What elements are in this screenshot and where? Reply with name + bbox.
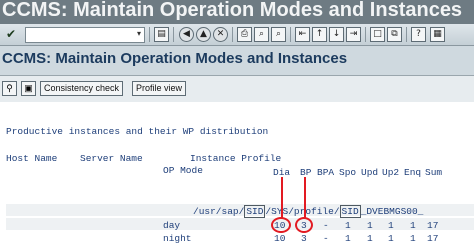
row-spo: 1 — [345, 233, 351, 244]
window-title-bar: CCMS: Maintain Operation Modes and Insta… — [0, 0, 474, 24]
header-bpa: BPA — [317, 167, 335, 178]
sid-placeholder: SID — [339, 205, 361, 218]
header-spo: Spo — [339, 167, 357, 178]
shortcut-icon[interactable]: ⧉ — [387, 27, 402, 42]
row-sum: 17 — [427, 233, 439, 244]
profile-mid: /SYS/profile/ — [265, 206, 340, 217]
profile-suffix: _DVEBMGS00_ — [360, 206, 424, 217]
page-title: CCMS: Maintain Operation Modes and Insta… — [2, 50, 348, 67]
header-up2: Up2 — [382, 167, 400, 178]
next-page-icon[interactable]: ↓ — [329, 27, 344, 42]
annotation-line-bp — [304, 177, 306, 219]
application-toolbar: ⚲ ▣ Consistency check Profile view — [0, 76, 474, 102]
new-session-icon[interactable]: □ — [370, 27, 385, 42]
toolbar-separator — [173, 27, 174, 42]
header-op-mode: OP Mode — [163, 165, 203, 176]
toolbar-separator — [365, 27, 366, 42]
row-upd: 1 — [367, 233, 373, 244]
row-upd: 1 — [367, 220, 373, 231]
annotation-line-dia — [281, 177, 283, 219]
row-dia: 10 — [274, 233, 286, 244]
profile-prefix: /usr/sap/ — [193, 206, 245, 217]
row-op-mode: night — [163, 233, 192, 244]
search-icon[interactable]: ⚲ — [2, 81, 17, 96]
section-title: Productive instances and their WP distri… — [6, 126, 269, 137]
back-icon[interactable]: ◀ — [179, 27, 194, 42]
table-row — [6, 218, 474, 230]
layout-icon[interactable]: ▦ — [430, 27, 445, 42]
row-spo: 1 — [345, 220, 351, 231]
row-up2: 1 — [388, 220, 394, 231]
find-next-icon[interactable]: ⌕ — [271, 27, 286, 42]
header-host-name: Host Name — [6, 153, 58, 164]
command-dropdown-icon[interactable]: ▾ — [135, 29, 143, 39]
row-op-mode: day — [163, 220, 181, 231]
first-page-icon[interactable]: ⇤ — [295, 27, 310, 42]
row-sum: 17 — [427, 220, 439, 231]
row-enq: 1 — [410, 220, 416, 231]
header-upd: Upd — [361, 167, 379, 178]
consistency-check-button[interactable]: Consistency check — [40, 81, 124, 96]
toolbar-separator — [149, 27, 150, 42]
annotation-circle-dia — [271, 217, 291, 233]
row-bpa: - — [323, 233, 329, 244]
page-title-bar: CCMS: Maintain Operation Modes and Insta… — [0, 46, 474, 76]
last-page-icon[interactable]: ⇥ — [346, 27, 361, 42]
row-bp: 3 — [301, 233, 307, 244]
command-field[interactable] — [25, 27, 145, 43]
prev-page-icon[interactable]: ↑ — [312, 27, 327, 42]
toolbar-separator — [290, 27, 291, 42]
header-instance-profile: Instance Profile — [190, 153, 282, 164]
find-icon[interactable]: ⌕ — [254, 27, 269, 42]
sid-placeholder: SID — [244, 205, 266, 218]
help-icon[interactable]: ? — [411, 27, 426, 42]
row-enq: 1 — [410, 233, 416, 244]
window-title: CCMS: Maintain Operation Modes and Insta… — [2, 0, 463, 21]
exit-icon[interactable]: ▲ — [196, 27, 211, 42]
cancel-icon[interactable]: ✕ — [213, 27, 228, 42]
standard-toolbar: ✔ ▾ ▤ ◀ ▲ ✕ ⎙ ⌕ ⌕ ⇤ ↑ ↓ ⇥ □ ⧉ ? ▦ — [0, 24, 474, 46]
toolbar-separator — [406, 27, 407, 42]
toolbar-separator — [232, 27, 233, 42]
header-enq: Enq — [404, 167, 422, 178]
save-icon[interactable]: ▤ — [154, 27, 169, 42]
annotation-circle-bp — [295, 217, 313, 233]
profile-path: /usr/sap/SID/SYS/profile/SID _DVEBMGS00_ — [193, 205, 424, 218]
check-icon[interactable]: ▣ — [21, 81, 36, 96]
print-icon[interactable]: ⎙ — [237, 27, 252, 42]
profile-view-button[interactable]: Profile view — [132, 81, 187, 96]
header-server-name: Server Name — [80, 153, 143, 164]
list-output: Productive instances and their WP distri… — [0, 102, 474, 247]
row-up2: 1 — [388, 233, 394, 244]
header-sum: Sum — [425, 167, 443, 178]
row-bpa: - — [323, 220, 329, 231]
enter-check-icon[interactable]: ✔ — [4, 27, 18, 41]
